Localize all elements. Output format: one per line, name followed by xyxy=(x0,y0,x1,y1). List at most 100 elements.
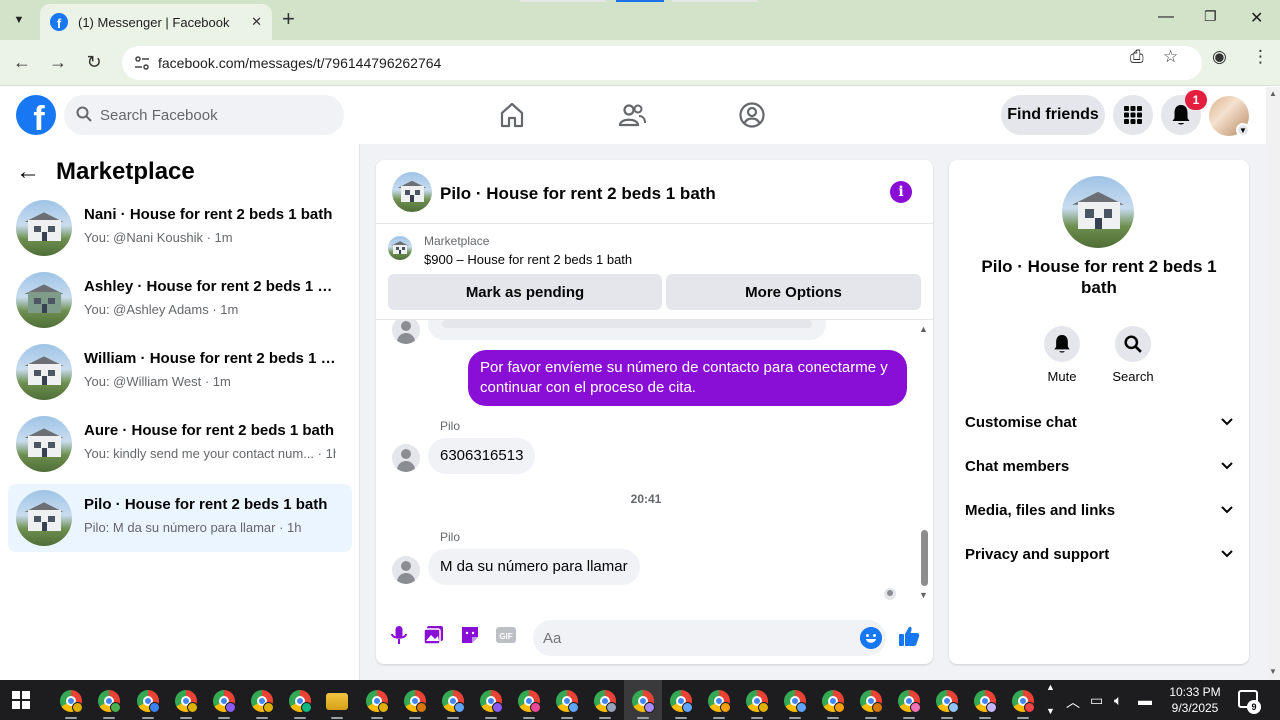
chrome-profile-icon[interactable] xyxy=(366,690,389,713)
scroll-down-icon[interactable]: ▼ xyxy=(919,590,928,600)
chrome-profile-icon[interactable] xyxy=(289,690,312,713)
conversation-item-active[interactable]: Pilo · House for rent 2 beds 1 bath Pilo… xyxy=(8,484,352,552)
taskbar-scroll-up-icon[interactable]: ▲ xyxy=(1046,682,1055,692)
message-input[interactable] xyxy=(533,620,886,656)
tab-search-button[interactable]: ▼ xyxy=(6,8,32,32)
scroll-down-icon[interactable]: ▼ xyxy=(1269,667,1277,676)
section-label: Chat members xyxy=(965,457,1070,475)
taskbar-running-indicator xyxy=(331,717,343,719)
taskbar-running-indicator xyxy=(599,717,611,719)
file-explorer-icon[interactable] xyxy=(326,693,348,710)
scroll-up-icon[interactable]: ▲ xyxy=(919,324,928,334)
message-composer: GIF xyxy=(376,612,933,664)
site-info-icon[interactable] xyxy=(134,55,150,71)
chrome-profile-icon[interactable] xyxy=(60,690,83,713)
friends-icon[interactable] xyxy=(618,101,646,129)
message-sender: Pilo xyxy=(440,530,461,544)
chat-title[interactable]: Pilo · House for rent 2 beds 1 bath xyxy=(440,184,716,204)
network-icon[interactable]: ▭ xyxy=(1090,692,1103,709)
chrome-profile-icon[interactable] xyxy=(860,690,883,713)
details-avatar[interactable] xyxy=(1062,176,1134,248)
chrome-profile-icon[interactable] xyxy=(518,690,541,713)
facebook-logo-icon[interactable]: f xyxy=(16,95,56,135)
reload-button[interactable]: ↻ xyxy=(82,52,106,73)
minimize-button[interactable]: — xyxy=(1158,8,1174,26)
more-options-button[interactable]: More Options xyxy=(666,274,921,310)
close-tab-icon[interactable]: ✕ xyxy=(251,14,262,30)
chrome-profile-icon[interactable] xyxy=(708,690,731,713)
windows-start-icon[interactable] xyxy=(12,691,30,709)
chrome-profile-icon[interactable] xyxy=(251,690,274,713)
taskbar-clock[interactable]: 10:33 PM 9/3/2025 xyxy=(1160,684,1230,716)
customise-chat-section[interactable]: Customise chat xyxy=(965,410,1233,434)
media-files-links-section[interactable]: Media, files and links xyxy=(965,498,1233,522)
listing-title[interactable]: $900 – House for rent 2 beds 1 bath xyxy=(424,252,632,267)
chrome-profile-icon[interactable] xyxy=(98,690,121,713)
chrome-profile-icon[interactable] xyxy=(594,690,617,713)
chevron-down-icon[interactable]: ▼ xyxy=(1236,123,1250,137)
chrome-profile-icon[interactable] xyxy=(936,690,959,713)
find-friends-button[interactable]: Find friends xyxy=(1001,95,1105,135)
battery-icon[interactable]: ▬ xyxy=(1138,692,1152,708)
install-app-icon[interactable]: ⎙ xyxy=(1130,47,1144,67)
chrome-profile-icon[interactable] xyxy=(898,690,921,713)
emoji-icon[interactable] xyxy=(860,627,882,649)
photo-icon[interactable] xyxy=(423,624,445,646)
thumbs-up-icon[interactable] xyxy=(898,625,920,647)
scrollbar-thumb[interactable] xyxy=(921,530,928,586)
chrome-profile-icon[interactable] xyxy=(1012,690,1035,713)
tab-strip-indicator xyxy=(672,0,758,2)
close-window-button[interactable]: ✕ xyxy=(1250,8,1263,28)
back-arrow-icon[interactable]: ← xyxy=(16,158,42,186)
volume-icon[interactable]: 🔈︎ xyxy=(1114,692,1122,709)
chrome-profile-icon[interactable] xyxy=(137,690,160,713)
menu-grid-button[interactable] xyxy=(1113,95,1153,135)
address-bar[interactable]: facebook.com/messages/t/796144796262764 xyxy=(122,46,1202,80)
privacy-support-section[interactable]: Privacy and support xyxy=(965,542,1233,566)
taskbar-scroll-down-icon[interactable]: ▼ xyxy=(1046,706,1055,716)
conversation-item[interactable]: Ashley · House for rent 2 beds 1 ba... Y… xyxy=(8,268,352,332)
chrome-profile-icon[interactable] xyxy=(632,690,655,713)
chrome-profile-icon[interactable] xyxy=(556,690,579,713)
listing-thumbnail[interactable] xyxy=(388,236,412,260)
bookmark-star-icon[interactable]: ☆ xyxy=(1163,47,1178,67)
groups-icon[interactable] xyxy=(738,101,766,129)
restore-button[interactable]: ❐ xyxy=(1204,8,1217,25)
profile-icon[interactable]: ◉ xyxy=(1212,47,1227,67)
chrome-profile-icon[interactable] xyxy=(213,690,236,713)
chrome-profile-icon[interactable] xyxy=(175,690,198,713)
browser-menu-icon[interactable]: ⋮ xyxy=(1252,47,1269,67)
taskbar-running-indicator xyxy=(294,717,306,719)
scroll-up-icon[interactable]: ▲ xyxy=(1269,89,1277,98)
message-scrollbar[interactable]: ▲ ▼ xyxy=(916,320,933,604)
chrome-profile-icon[interactable] xyxy=(480,690,503,713)
chrome-profile-icon[interactable] xyxy=(404,690,427,713)
chrome-profile-icon[interactable] xyxy=(670,690,693,713)
page-scrollbar[interactable]: ▲ ▼ xyxy=(1266,87,1280,680)
conversation-item[interactable]: Aure · House for rent 2 beds 1 bath You:… xyxy=(8,412,352,476)
sticker-icon[interactable] xyxy=(459,624,481,646)
forward-button[interactable]: → xyxy=(46,52,70,73)
chrome-profile-icon[interactable] xyxy=(784,690,807,713)
chat-avatar[interactable] xyxy=(392,172,432,212)
browser-tab[interactable]: f (1) Messenger | Facebook ✕ xyxy=(40,4,272,40)
conversation-item[interactable]: William · House for rent 2 beds 1 b... Y… xyxy=(8,340,352,404)
gif-icon[interactable]: GIF xyxy=(495,624,517,646)
search-chat-button[interactable]: Search xyxy=(1103,326,1163,384)
chrome-profile-icon[interactable] xyxy=(822,690,845,713)
back-button[interactable]: ← xyxy=(10,52,34,73)
home-icon[interactable] xyxy=(498,101,526,129)
tray-overflow-icon[interactable]: ︿ xyxy=(1066,692,1080,712)
facebook-search-input[interactable]: Search Facebook xyxy=(64,95,344,135)
new-tab-button[interactable]: + xyxy=(282,8,295,30)
chrome-profile-icon[interactable] xyxy=(974,690,997,713)
browser-tab-strip: ▼ f (1) Messenger | Facebook ✕ + — ❐ ✕ xyxy=(0,0,1280,40)
chrome-profile-icon[interactable] xyxy=(746,690,769,713)
chrome-profile-icon[interactable] xyxy=(442,690,465,713)
microphone-icon[interactable] xyxy=(388,624,410,646)
conversation-item[interactable]: Nani · House for rent 2 beds 1 bath You:… xyxy=(8,196,352,260)
chat-members-section[interactable]: Chat members xyxy=(965,454,1233,478)
mark-as-pending-button[interactable]: Mark as pending xyxy=(388,274,662,310)
mute-button[interactable]: Mute xyxy=(1032,326,1092,384)
info-icon[interactable]: i xyxy=(890,181,912,203)
